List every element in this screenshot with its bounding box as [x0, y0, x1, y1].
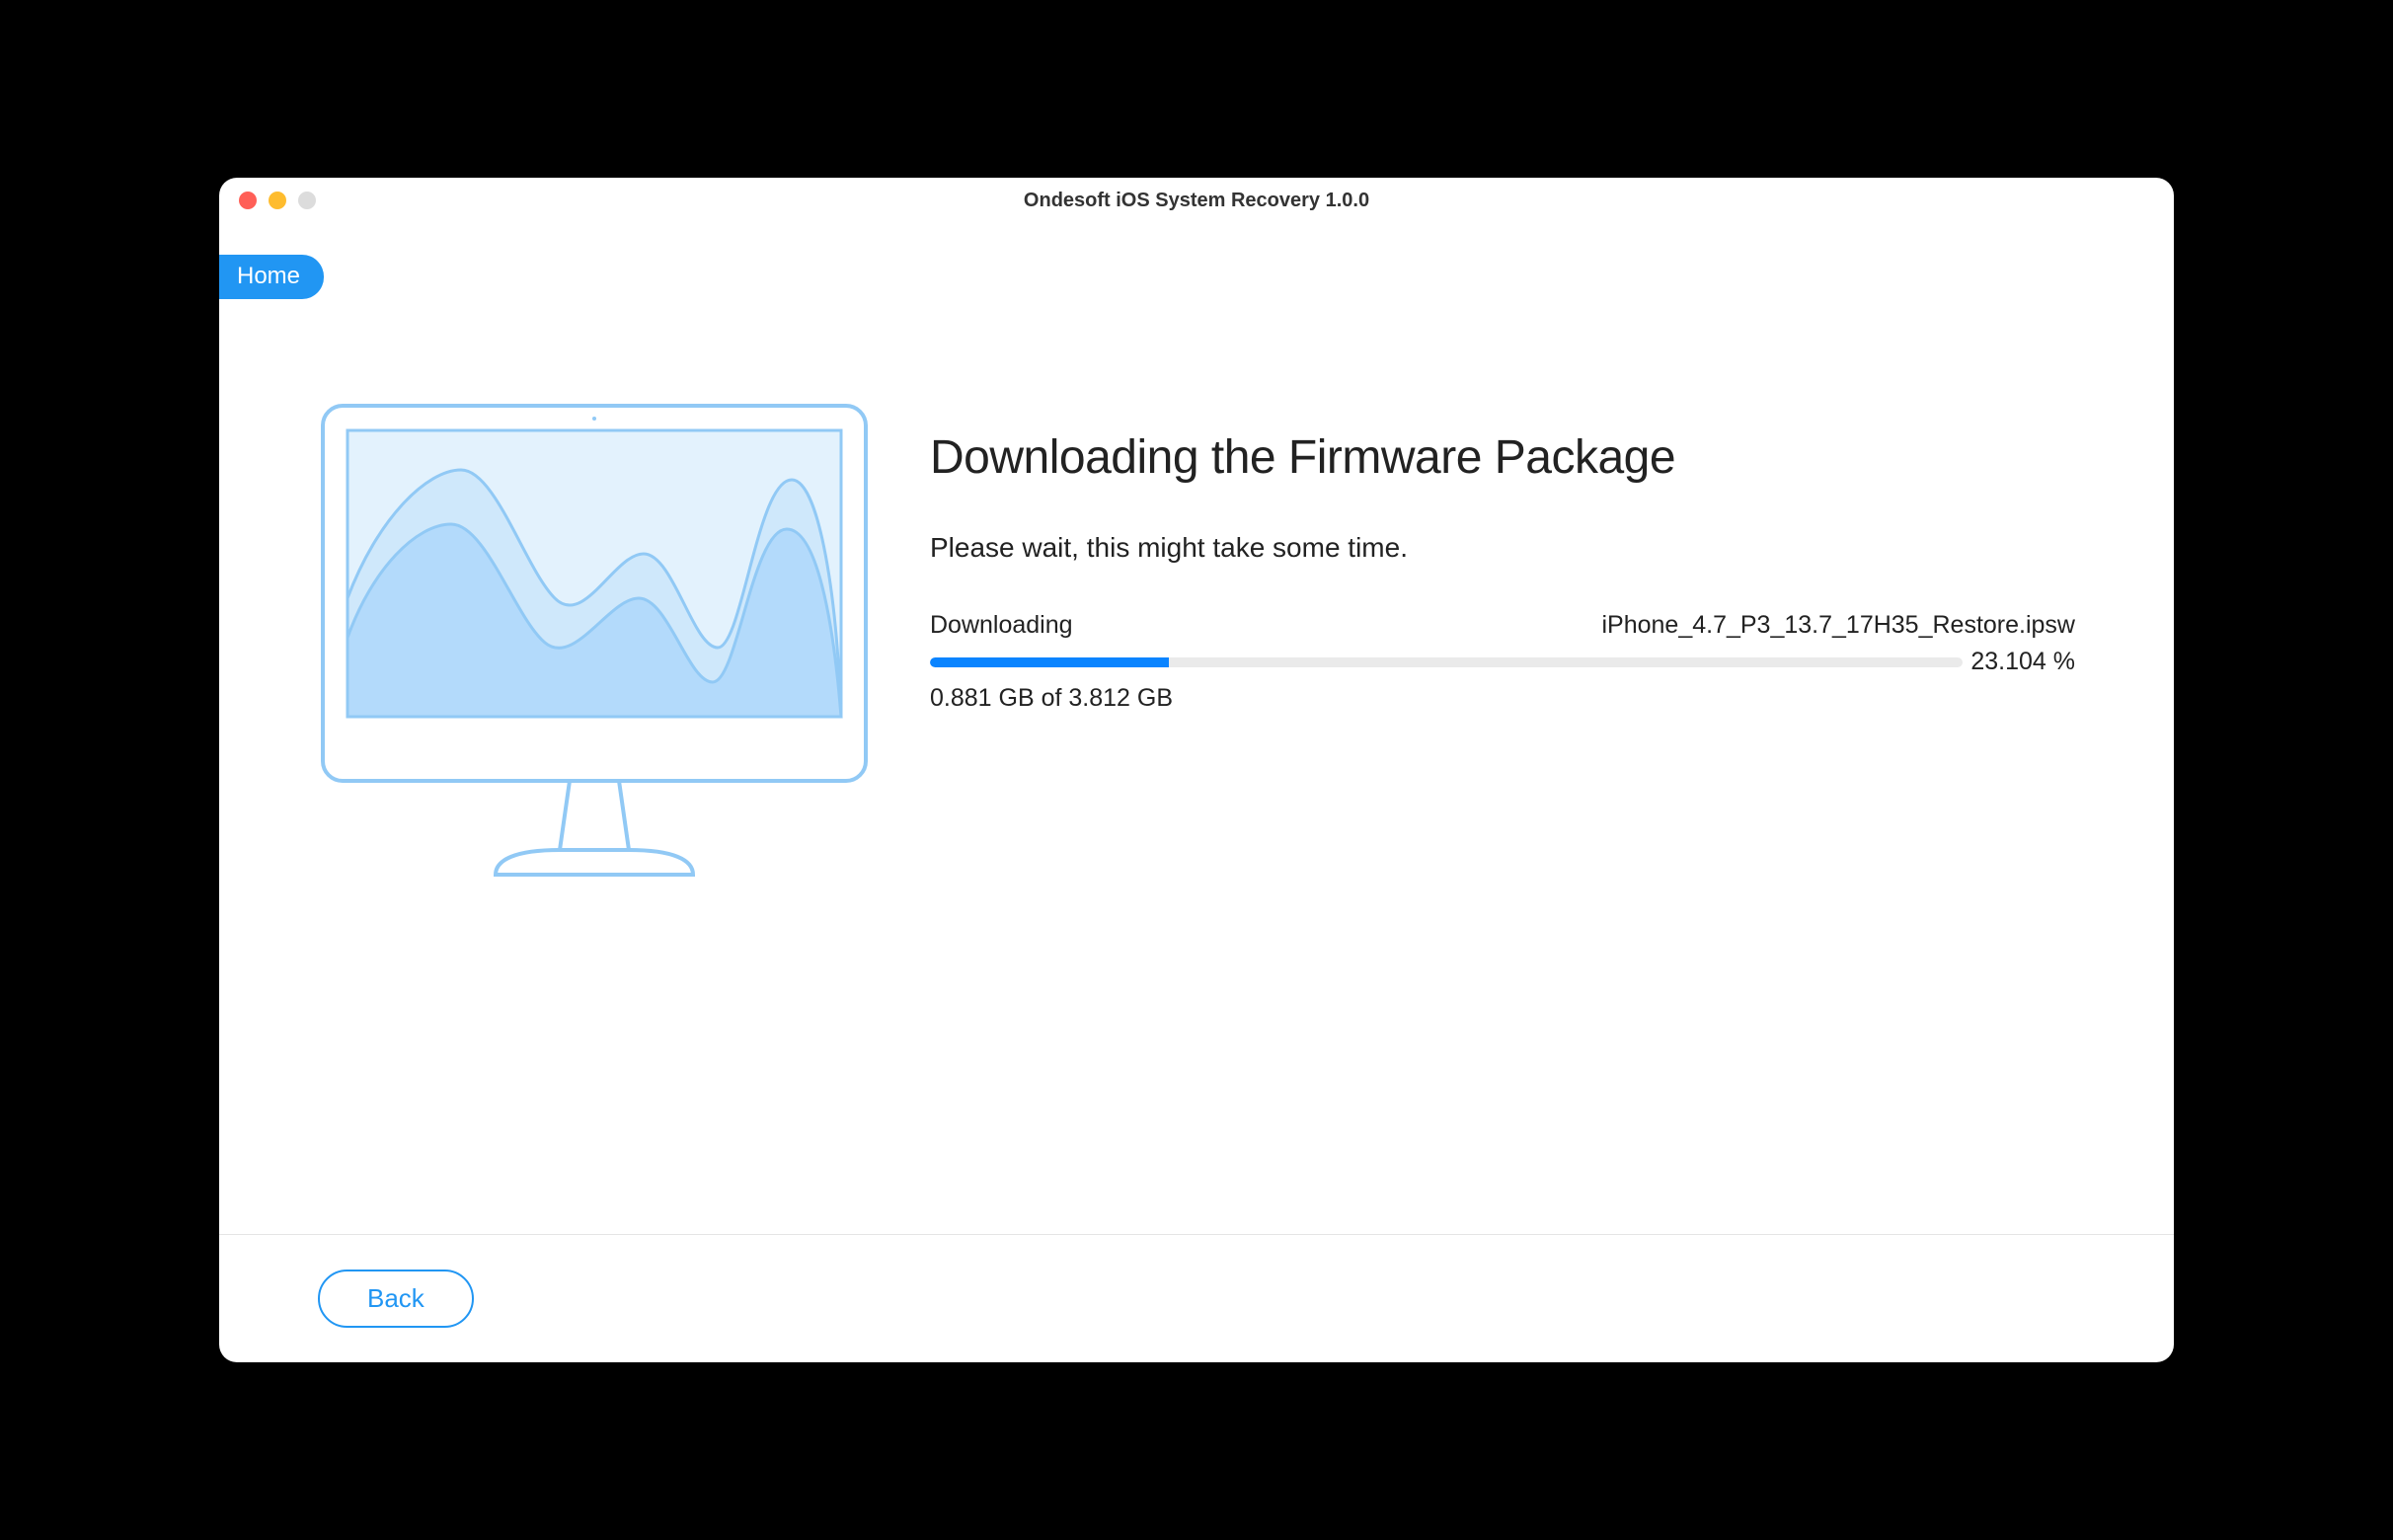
download-info-row: Downloading iPhone_4.7_P3_13.7_17H35_Res… — [930, 611, 2075, 640]
app-window: Ondesoft iOS System Recovery 1.0.0 Home — [219, 178, 2174, 1362]
close-window-icon[interactable] — [239, 192, 257, 209]
download-content: Downloading the Firmware Package Please … — [930, 401, 2075, 885]
traffic-lights — [239, 192, 316, 209]
back-button[interactable]: Back — [318, 1270, 474, 1328]
download-status-label: Downloading — [930, 611, 1073, 640]
window-title: Ondesoft iOS System Recovery 1.0.0 — [1024, 190, 1369, 212]
download-filename: iPhone_4.7_P3_13.7_17H35_Restore.ipsw — [1601, 611, 2075, 640]
main-content: Downloading the Firmware Package Please … — [219, 223, 2174, 885]
back-button-label: Back — [367, 1283, 425, 1313]
minimize-window-icon[interactable] — [269, 192, 286, 209]
breadcrumb-label: Home — [237, 263, 300, 289]
monitor-illustration — [318, 401, 871, 885]
page-subtext: Please wait, this might take some time. — [930, 532, 2075, 564]
progress-fill — [930, 657, 1169, 667]
monitor-icon — [318, 401, 871, 885]
breadcrumb-home[interactable]: Home — [219, 255, 324, 299]
progress-bar — [930, 657, 1963, 667]
download-size: 0.881 GB of 3.812 GB — [930, 684, 2075, 713]
progress-row: 23.104 % — [930, 648, 2075, 676]
footer: Back — [219, 1234, 2174, 1362]
maximize-window-icon[interactable] — [298, 192, 316, 209]
page-heading: Downloading the Firmware Package — [930, 430, 2075, 485]
titlebar: Ondesoft iOS System Recovery 1.0.0 — [219, 178, 2174, 223]
progress-percent: 23.104 % — [1970, 648, 2075, 676]
